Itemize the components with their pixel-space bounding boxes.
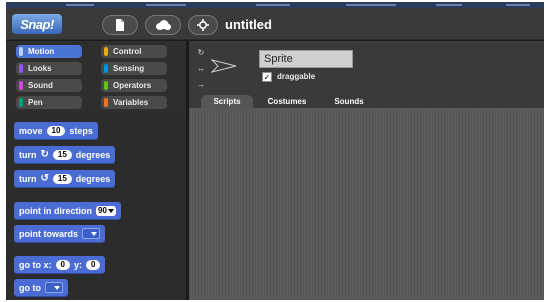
target-dropdown[interactable]	[45, 282, 63, 293]
category-color-swatch	[104, 64, 108, 73]
direction-value: 90	[98, 205, 107, 215]
block-text: steps	[69, 125, 93, 136]
category-label: Operators	[113, 81, 152, 90]
block-text: go to x:	[19, 259, 52, 270]
category-color-swatch	[104, 47, 108, 56]
chevron-down-icon	[91, 231, 97, 236]
category-looks[interactable]: Looks	[16, 62, 82, 75]
target-dropdown[interactable]	[82, 228, 100, 239]
sprite-name-input[interactable]: Sprite	[259, 50, 353, 68]
block-text: degrees	[75, 173, 111, 184]
block-palette: move 10 steps turn ↻ 15 degrees turn ↺ 1…	[6, 114, 186, 300]
block-text: degrees	[75, 149, 111, 160]
no-rotate-icon[interactable]: →	[196, 79, 206, 89]
category-label: Sensing	[113, 64, 145, 73]
settings-icon	[197, 19, 209, 31]
tab-costumes[interactable]: Costumes	[257, 95, 317, 108]
block-text: y:	[73, 259, 82, 270]
rotate-icon[interactable]: ↻	[196, 47, 206, 57]
category-sound[interactable]: Sound	[16, 79, 82, 92]
project-title: untitled	[225, 17, 272, 32]
rotate-counterclockwise-icon: ↺	[40, 173, 49, 184]
category-label: Control	[113, 47, 142, 56]
category-sensing[interactable]: Sensing	[101, 62, 167, 75]
category-color-swatch	[19, 81, 23, 90]
category-color-swatch	[19, 47, 23, 56]
category-pen[interactable]: Pen	[16, 96, 82, 109]
block-text: turn	[19, 149, 37, 160]
move-steps-block[interactable]: move 10 steps	[14, 122, 98, 139]
draggable-checkbox[interactable]: ✓	[262, 72, 272, 82]
category-color-swatch	[104, 98, 108, 107]
degrees-input[interactable]: 15	[52, 173, 72, 184]
snap-logo[interactable]: Snap!	[12, 14, 62, 34]
draggable-label: draggable	[277, 72, 316, 81]
scripts-canvas[interactable]	[189, 108, 544, 300]
tab-sounds[interactable]: Sounds	[321, 95, 377, 108]
block-text: move	[19, 125, 43, 136]
category-label: Variables	[113, 98, 149, 107]
top-bar: Snap! untitled	[6, 8, 544, 40]
point-in-direction-block[interactable]: point in direction 90	[14, 202, 121, 219]
category-variables[interactable]: Variables	[101, 96, 167, 109]
cloud-button[interactable]	[145, 15, 181, 35]
file-button[interactable]	[102, 15, 138, 35]
go-to-xy-block[interactable]: go to x: 0 y: 0	[14, 256, 106, 273]
file-icon	[116, 19, 124, 31]
x-input[interactable]: 0	[55, 259, 70, 270]
category-color-swatch	[19, 98, 23, 107]
block-text: point in direction	[19, 205, 92, 216]
category-motion[interactable]: Motion	[16, 45, 82, 58]
category-label: Motion	[28, 47, 55, 56]
sprite-arrow-icon	[211, 59, 237, 73]
go-to-block[interactable]: go to	[14, 279, 68, 296]
category-operators[interactable]: Operators	[101, 79, 167, 92]
direction-dropdown[interactable]: 90	[96, 205, 116, 216]
rotate-clockwise-icon: ↻	[40, 149, 49, 160]
tab-scripts[interactable]: Scripts	[201, 95, 253, 108]
category-color-swatch	[19, 64, 23, 73]
editor-tabs: Scripts Costumes Sounds	[189, 93, 544, 108]
category-label: Looks	[28, 64, 52, 73]
category-color-swatch	[104, 81, 108, 90]
chevron-down-icon	[54, 285, 60, 290]
cloud-icon	[156, 20, 171, 30]
block-text: point towards	[19, 228, 78, 239]
app-window: Snap! untitled Motion Control Looks Sens…	[6, 2, 544, 300]
category-label: Sound	[28, 81, 53, 90]
chevron-down-icon	[107, 208, 114, 213]
settings-button[interactable]	[188, 15, 218, 35]
degrees-input[interactable]: 15	[52, 149, 72, 160]
sprite-bar: ↻ ↔ → Sprite ✓ draggable	[189, 41, 544, 93]
category-control[interactable]: Control	[101, 45, 167, 58]
block-text: go to	[19, 282, 41, 293]
y-input[interactable]: 0	[85, 259, 101, 270]
steps-input[interactable]: 10	[46, 125, 66, 136]
point-towards-block[interactable]: point towards	[14, 225, 105, 242]
block-text: turn	[19, 173, 37, 184]
flip-icon[interactable]: ↔	[196, 63, 206, 73]
turn-clockwise-block[interactable]: turn ↻ 15 degrees	[14, 146, 116, 163]
category-selector: Motion Control Looks Sensing Sound Opera…	[6, 41, 186, 114]
turn-counterclockwise-block[interactable]: turn ↺ 15 degrees	[14, 170, 116, 187]
category-label: Pen	[28, 98, 43, 107]
